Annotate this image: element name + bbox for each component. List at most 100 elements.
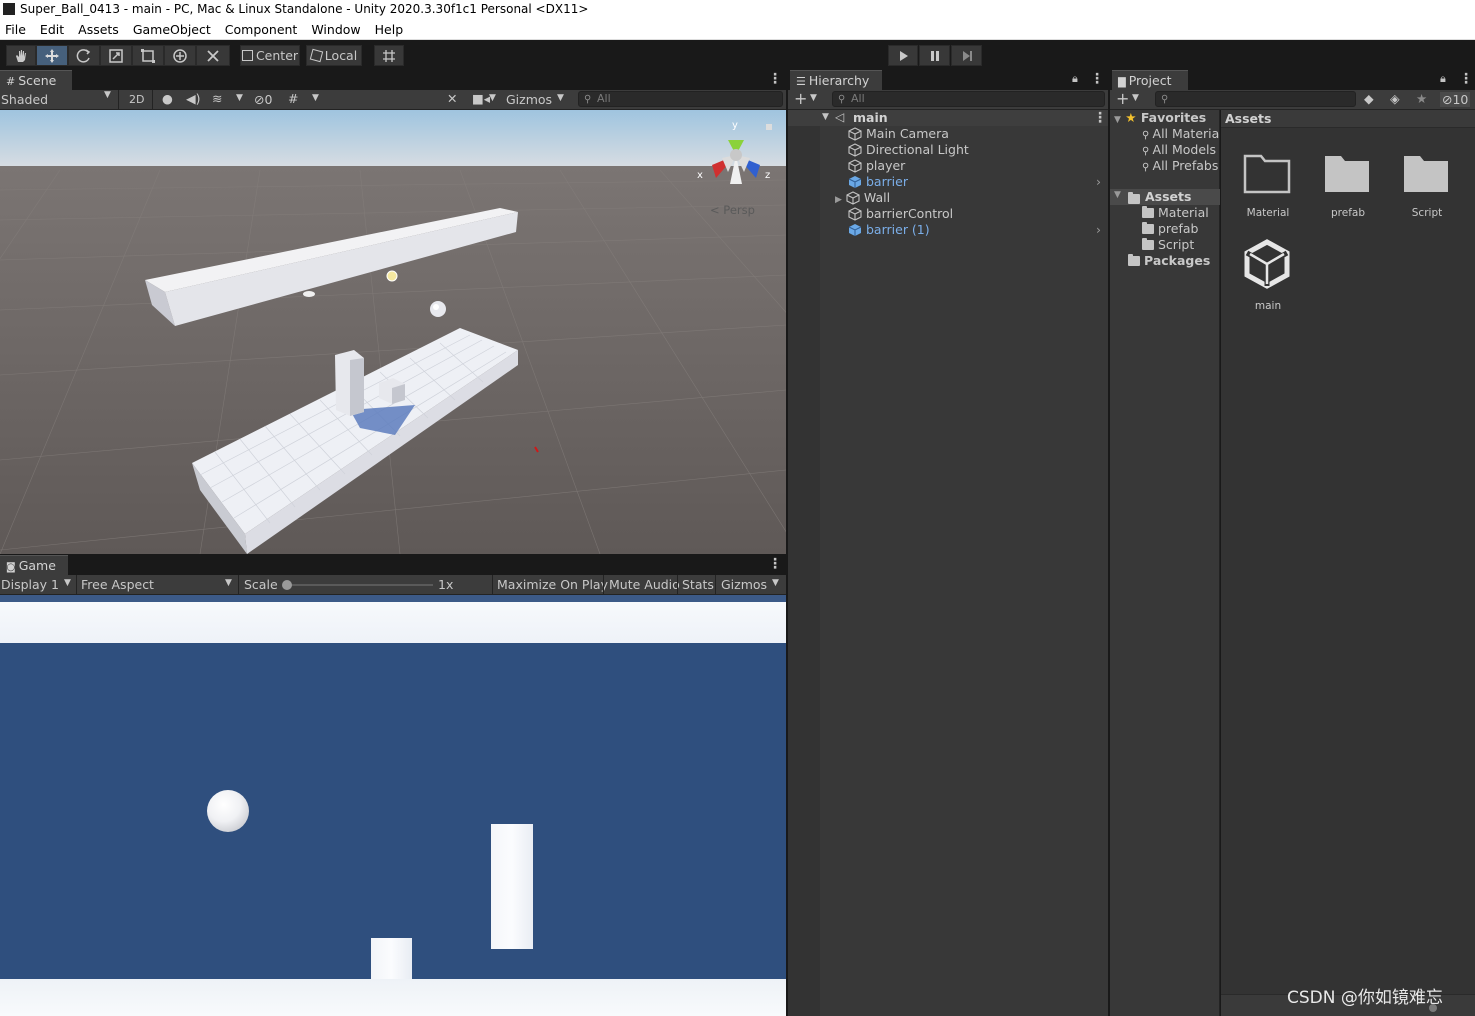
lock-icon[interactable]: 🔒︎: [1072, 72, 1078, 86]
favorite-star-icon[interactable]: ★: [1416, 91, 1427, 106]
tab-scene[interactable]: # Scene: [0, 70, 72, 90]
hierarchy-item-barrier[interactable]: barrier ›: [848, 174, 1106, 190]
project-menu-icon[interactable]: ⋮: [1459, 72, 1473, 86]
maximize-on-play-toggle[interactable]: Maximize On Play: [497, 577, 608, 592]
aspect-dropdown[interactable]: Free Aspect: [81, 577, 154, 592]
favorite-all-materials[interactable]: ⚲ All Materia: [1142, 126, 1220, 142]
transform-tool-button[interactable]: [164, 45, 196, 66]
project-toolbar: + ▼ ⚲ ◆ ◈ ★ ⊘10: [1110, 89, 1475, 110]
project-lock-icon[interactable]: 🔒︎: [1440, 72, 1446, 86]
custom-tools-button[interactable]: [196, 45, 230, 66]
prefab-open-chevron-icon[interactable]: ›: [1096, 174, 1101, 190]
pause-button[interactable]: [919, 45, 950, 66]
favorite-all-prefabs[interactable]: ⚲ All Prefabs: [1142, 158, 1220, 174]
search-by-type-icon[interactable]: ◆: [1364, 91, 1374, 106]
scene-menu-icon[interactable]: ⋮: [768, 72, 782, 86]
tab-game[interactable]: ◙ Game: [0, 555, 68, 575]
tab-project[interactable]: ▇ Project: [1112, 70, 1188, 90]
shading-mode-dropdown[interactable]: Shaded: [1, 92, 48, 107]
grid-snap-button[interactable]: [374, 45, 404, 66]
asset-script-folder[interactable]: [1402, 152, 1450, 194]
search-by-label-icon[interactable]: ◈: [1390, 91, 1400, 106]
tab-hierarchy[interactable]: ☰ Hierarchy: [790, 70, 882, 90]
hierarchy-item-barriercontrol[interactable]: barrierControl: [848, 206, 1106, 222]
tree-folder-script[interactable]: Script: [1142, 237, 1220, 253]
asset-material-folder[interactable]: [1243, 152, 1291, 194]
lighting-toggle-icon[interactable]: ●: [162, 91, 173, 106]
scale-slider-track[interactable]: [285, 584, 433, 586]
game-menu-icon[interactable]: ⋮: [768, 557, 782, 571]
display-dropdown[interactable]: Display 1: [1, 577, 59, 592]
hierarchy-item-directional-light[interactable]: Directional Light: [848, 142, 1106, 158]
assets-expand-arrow-icon[interactable]: ▼: [1114, 190, 1121, 200]
menu-file[interactable]: File: [4, 22, 33, 37]
star-icon: ★: [1125, 110, 1137, 125]
persp-label[interactable]: < Persp: [710, 203, 755, 217]
menu-edit[interactable]: Edit: [39, 22, 71, 37]
hierarchy-item-barrier-1[interactable]: barrier (1) ›: [848, 222, 1106, 238]
scene-tools-icon[interactable]: ✕: [447, 91, 457, 106]
assets-tree-row[interactable]: ▼ Assets: [1110, 189, 1220, 205]
hierarchy-item-main-camera[interactable]: Main Camera: [848, 126, 1106, 142]
gamepad-icon: ◙: [6, 562, 16, 573]
rect-tool-button[interactable]: [132, 45, 164, 66]
scale-tool-button[interactable]: [100, 45, 132, 66]
game-gizmos-toggle[interactable]: Gizmos: [721, 577, 767, 592]
pivot-center-button[interactable]: Center: [240, 45, 300, 66]
hierarchy-add-button[interactable]: +: [794, 89, 807, 108]
project-add-button[interactable]: +: [1116, 89, 1129, 108]
scene-expand-arrow-icon[interactable]: ▼: [822, 112, 829, 122]
scene-row-menu-icon[interactable]: ⋮: [1093, 111, 1107, 125]
menu-help[interactable]: Help: [374, 22, 411, 37]
hierarchy-item-wall[interactable]: ▶ Wall: [835, 190, 1106, 206]
asset-main-scene[interactable]: [1241, 238, 1293, 290]
stats-toggle[interactable]: Stats: [682, 577, 714, 592]
prefab-open-chevron-icon[interactable]: ›: [1096, 222, 1101, 238]
menu-component[interactable]: Component: [224, 22, 305, 37]
scene-search-input[interactable]: ⚲ All: [578, 91, 783, 107]
favorites-header[interactable]: ▼ ★ Favorites: [1114, 110, 1218, 126]
play-button[interactable]: [888, 45, 918, 66]
grid-dropdown-arrow-icon[interactable]: ▼: [312, 93, 319, 103]
menu-assets[interactable]: Assets: [77, 22, 126, 37]
tree-folder-prefab[interactable]: prefab: [1142, 221, 1220, 237]
hierarchy-menu-icon[interactable]: ⋮: [1090, 72, 1104, 86]
tree-folder-material[interactable]: Material: [1142, 205, 1220, 221]
hierarchy-search-input[interactable]: ⚲ All: [832, 91, 1105, 107]
menu-gameobject[interactable]: GameObject: [132, 22, 218, 37]
step-button[interactable]: [951, 45, 982, 66]
favorites-expand-arrow-icon[interactable]: ▼: [1114, 115, 1121, 125]
project-search-input[interactable]: ⚲: [1155, 91, 1356, 107]
rotate-tool-button[interactable]: [68, 45, 100, 66]
scene-viewport[interactable]: y x z < Persp: [0, 110, 786, 554]
project-add-arrow-icon[interactable]: ▼: [1132, 93, 1139, 103]
breadcrumb-assets[interactable]: Assets: [1225, 111, 1271, 126]
effects-dropdown-arrow-icon[interactable]: ▼: [236, 93, 243, 103]
scale-slider-thumb[interactable]: [282, 580, 292, 590]
gizmos-dropdown-arrow-icon[interactable]: ▼: [557, 93, 564, 103]
move-tool-button[interactable]: [36, 45, 68, 66]
hidden-objects-toggle[interactable]: ⊘0: [254, 92, 272, 107]
expand-arrow-icon[interactable]: ▶: [835, 195, 842, 205]
favorite-all-models[interactable]: ⚲ All Models: [1142, 142, 1220, 158]
add-dropdown-arrow-icon[interactable]: ▼: [810, 93, 817, 103]
scene-gizmos-button[interactable]: Gizmos: [506, 92, 552, 107]
2d-toggle-button[interactable]: 2D: [129, 93, 144, 106]
tree-packages[interactable]: Packages: [1128, 253, 1220, 269]
game-viewport[interactable]: [0, 595, 786, 1016]
pivot-local-button[interactable]: Local: [306, 45, 362, 66]
audio-toggle-icon[interactable]: ◀): [186, 91, 201, 106]
gizmo-lock-icon[interactable]: [766, 124, 772, 130]
menu-window[interactable]: Window: [310, 22, 367, 37]
grid-toggle-icon[interactable]: #: [288, 91, 298, 106]
scene-header-row[interactable]: ▼ ◁ main ⋮: [788, 110, 1108, 126]
camera-settings-icon[interactable]: ■◂: [472, 91, 490, 106]
camera-dropdown-arrow-icon[interactable]: ▼: [489, 93, 496, 103]
hierarchy-item-player[interactable]: player: [848, 158, 1106, 174]
asset-prefab-label: prefab: [1330, 207, 1365, 219]
asset-prefab-folder[interactable]: [1323, 152, 1371, 194]
hand-tool-button[interactable]: [6, 45, 36, 66]
effects-toggle-icon[interactable]: ≋: [212, 91, 222, 106]
mute-audio-toggle[interactable]: Mute Audio: [609, 577, 680, 592]
hidden-packages-toggle[interactable]: ⊘10: [1440, 92, 1471, 107]
